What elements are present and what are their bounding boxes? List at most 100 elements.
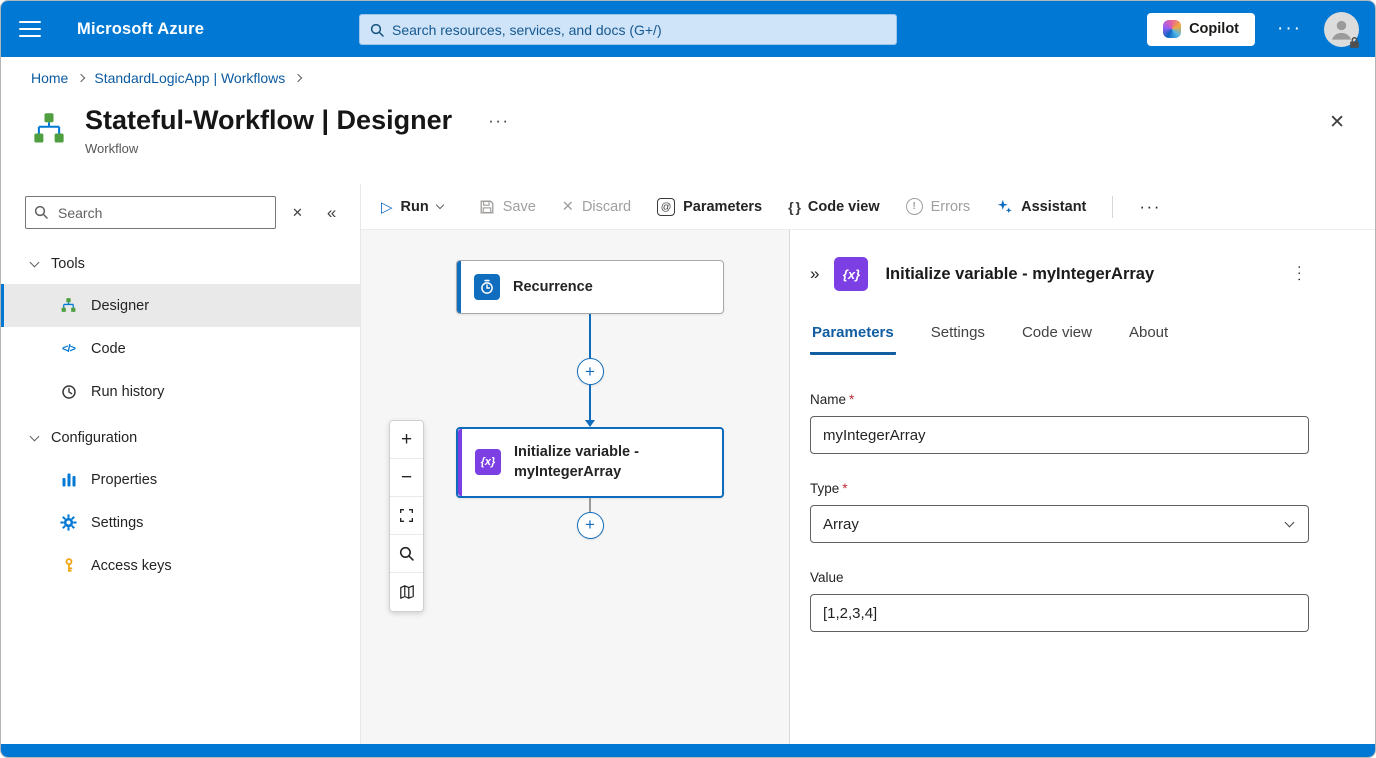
sidebar-item-designer[interactable]: Designer <box>1 284 360 327</box>
variable-icon: {x} <box>475 449 501 475</box>
discard-label: Discard <box>582 199 631 215</box>
code-view-button[interactable]: { } Code view <box>788 199 880 215</box>
designer-workarea: Recurrence + {x} Initialize variable - m… <box>361 230 1375 744</box>
tab-about[interactable]: About <box>1127 324 1170 355</box>
assistant-sparkle-icon <box>996 198 1013 215</box>
insert-step-button[interactable]: + <box>577 358 604 385</box>
type-field-group: Type* Array <box>810 481 1309 543</box>
field-label: Value <box>810 570 1309 585</box>
name-field-group: Name* <box>810 392 1309 454</box>
sidebar-item-label: Properties <box>91 472 157 488</box>
panel-title: Initialize variable - myIntegerArray <box>885 265 1275 284</box>
page-title: Stateful-Workflow | Designer <box>85 103 452 137</box>
collapse-sidebar-icon[interactable]: « <box>327 203 336 223</box>
title-more-button[interactable]: ··· <box>488 111 509 131</box>
copilot-icon <box>1163 20 1181 38</box>
section-label: Configuration <box>51 430 137 446</box>
copilot-button[interactable]: Copilot <box>1147 13 1255 46</box>
sidebar-search-input[interactable] <box>25 196 276 229</box>
workflow-canvas[interactable]: Recurrence + {x} Initialize variable - m… <box>361 230 789 744</box>
breadcrumb-home-link[interactable]: Home <box>31 70 68 86</box>
action-properties-panel: » {x} Initialize variable - myIntegerArr… <box>789 230 1375 744</box>
brand-title[interactable]: Microsoft Azure <box>77 20 204 39</box>
resource-sidebar: ✕ « Tools Designer </> Code <box>1 184 361 744</box>
topbar-more-button[interactable]: ··· <box>1277 18 1302 40</box>
tab-settings[interactable]: Settings <box>929 324 987 355</box>
connector-line <box>589 385 591 421</box>
key-icon <box>59 557 78 574</box>
account-avatar[interactable] <box>1324 12 1359 47</box>
discard-button[interactable]: ✕ Discard <box>562 199 631 215</box>
run-button[interactable]: ▷ Run <box>381 198 443 216</box>
name-input[interactable] <box>810 416 1309 454</box>
close-blade-button[interactable]: ✕ <box>1329 111 1345 134</box>
node-initialize-variable[interactable]: {x} Initialize variable - myIntegerArray <box>456 427 724 498</box>
designer-main: ▷ Run Save ✕ Discard @ Parameters { <box>361 184 1375 744</box>
properties-icon <box>59 472 78 488</box>
parameters-button[interactable]: @ Parameters <box>657 198 762 216</box>
sidebar-item-label: Access keys <box>91 558 172 574</box>
sidebar-item-settings[interactable]: Settings <box>1 501 360 544</box>
minimap-button[interactable] <box>390 573 423 611</box>
hamburger-menu-icon[interactable] <box>19 21 41 37</box>
lock-icon <box>1348 36 1361 49</box>
field-label: Type* <box>810 481 1309 496</box>
chevron-down-icon <box>30 431 40 441</box>
history-clock-icon <box>59 384 78 400</box>
global-search[interactable] <box>359 14 897 45</box>
field-label: Name* <box>810 392 1309 407</box>
type-select[interactable]: Array <box>810 505 1309 543</box>
clear-search-icon[interactable]: ✕ <box>292 205 303 221</box>
errors-label: Errors <box>931 199 970 215</box>
workflow-icon <box>31 111 67 147</box>
sidebar-section-configuration[interactable]: Configuration <box>1 417 360 458</box>
fit-view-button[interactable] <box>390 497 423 535</box>
toolbar-more-button[interactable]: ··· <box>1139 197 1160 217</box>
type-select-value: Array <box>823 516 859 533</box>
azure-portal-window: Microsoft Azure Copilot ··· Home Standar… <box>0 0 1376 758</box>
sidebar-item-label: Settings <box>91 515 143 531</box>
value-input[interactable] <box>810 594 1309 632</box>
canvas-search-button[interactable] <box>390 535 423 573</box>
breadcrumb-separator-icon <box>77 74 85 82</box>
node-title: Initialize variable - myIntegerArray <box>514 442 692 483</box>
panel-tabs: Parameters Settings Code view About <box>810 324 1309 355</box>
sidebar-item-label: Run history <box>91 384 164 400</box>
recurrence-clock-icon <box>474 274 500 300</box>
assistant-label: Assistant <box>1021 199 1086 215</box>
save-label: Save <box>503 199 536 215</box>
sidebar-section-tools[interactable]: Tools <box>1 243 360 284</box>
tab-code-view[interactable]: Code view <box>1020 324 1094 355</box>
page-header: Stateful-Workflow | Designer ··· Workflo… <box>1 99 1375 184</box>
add-step-button[interactable]: + <box>577 512 604 539</box>
breadcrumb-workflows-link[interactable]: StandardLogicApp | Workflows <box>94 70 285 86</box>
node-recurrence[interactable]: Recurrence <box>456 260 724 314</box>
save-button[interactable]: Save <box>479 199 536 215</box>
zoom-out-button[interactable]: − <box>390 459 423 497</box>
page-subtitle: Workflow <box>85 141 510 156</box>
panel-menu-button[interactable]: ··· <box>1292 265 1308 284</box>
errors-button[interactable]: ! Errors <box>906 198 970 215</box>
sidebar-item-label: Code <box>91 341 126 357</box>
title-group: Stateful-Workflow | Designer ··· Workflo… <box>85 103 510 156</box>
tab-parameters[interactable]: Parameters <box>810 324 896 355</box>
search-icon <box>34 205 48 219</box>
breadcrumb-separator-icon <box>294 74 302 82</box>
zoom-in-button[interactable]: + <box>390 421 423 459</box>
expand-panel-icon[interactable]: » <box>810 264 819 284</box>
sidebar-search[interactable] <box>25 196 276 229</box>
save-icon <box>479 199 495 215</box>
connector-arrow-icon <box>585 420 595 427</box>
run-label: Run <box>401 199 429 215</box>
global-search-input[interactable] <box>392 22 886 38</box>
value-field-group: Value <box>810 570 1309 632</box>
chevron-down-icon <box>1285 517 1295 527</box>
sidebar-item-access-keys[interactable]: Access keys <box>1 544 360 587</box>
sidebar-item-code[interactable]: </> Code <box>1 327 360 370</box>
fit-view-icon <box>399 508 414 523</box>
content-area: ✕ « Tools Designer </> Code <box>1 184 1375 744</box>
sidebar-item-run-history[interactable]: Run history <box>1 370 360 413</box>
assistant-button[interactable]: Assistant <box>996 198 1086 215</box>
azure-top-bar: Microsoft Azure Copilot ··· <box>1 1 1375 57</box>
sidebar-item-properties[interactable]: Properties <box>1 458 360 501</box>
